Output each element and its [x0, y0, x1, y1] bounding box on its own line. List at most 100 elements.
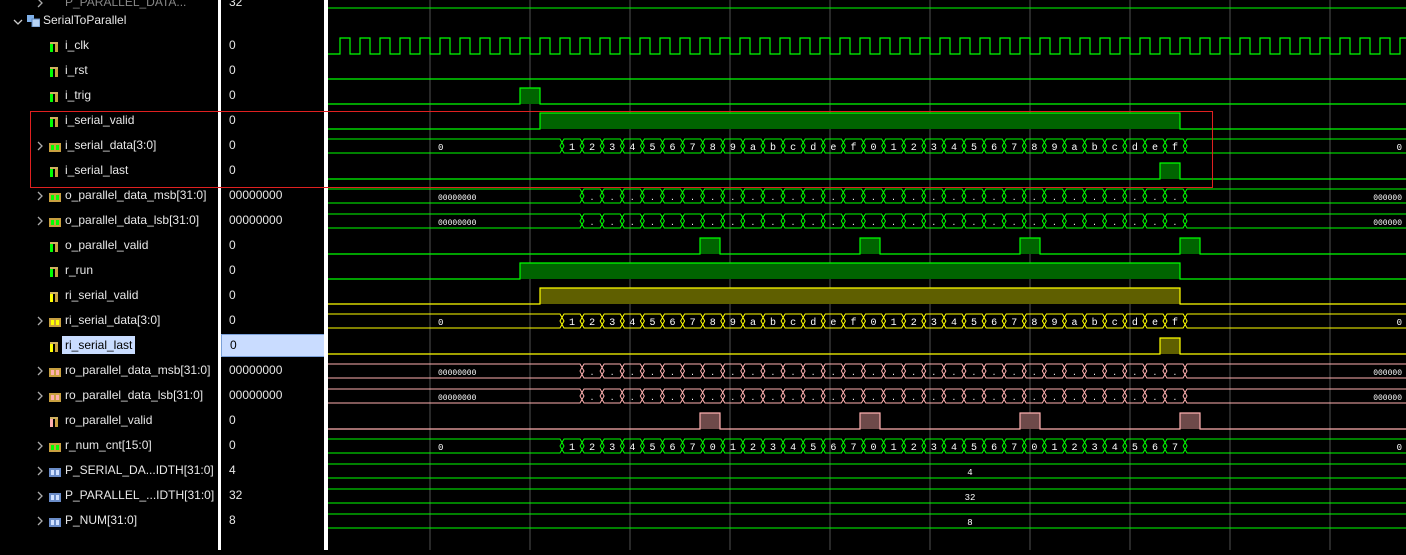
signal-row-i-clk[interactable]: i_clk [0, 34, 218, 59]
signal-row-ro-parallel-data-lsb-31-0-[interactable]: ro_parallel_data_lsb[31:0] [0, 384, 218, 409]
bus-value: . [710, 369, 715, 378]
bus-value: b [1092, 317, 1098, 329]
signal-row-i-rst[interactable]: i_rst [0, 59, 218, 84]
bus-value: . [1032, 369, 1037, 378]
param-icon [49, 518, 61, 527]
waveform-pane[interactable]: 0 1 2 3 4 5 6 7 8 9 a b c d e f 0 1 2 3 4 5 6 7 8 9 a b c d e f 0 0000000… [328, 0, 1406, 550]
bus-value: e [1152, 143, 1158, 154]
module-icon [27, 15, 40, 27]
value-row: 00000000 [221, 359, 324, 384]
chevron-right-icon[interactable] [35, 0, 45, 8]
bus-value: . [690, 369, 695, 378]
bus-signal-icon [49, 318, 61, 327]
bus-value: 2 [911, 143, 917, 154]
bus-value: b [770, 317, 776, 329]
bus-value: . [871, 394, 876, 403]
signal-row-i-serial-valid[interactable]: i_serial_valid [0, 109, 218, 134]
chevron-down-icon[interactable] [13, 17, 23, 27]
bus-value: 8 [1031, 318, 1037, 329]
chevron-right-icon[interactable] [35, 316, 45, 326]
signal-row-r-num-cnt-15-0-[interactable]: r_num_cnt[15:0] [0, 434, 218, 459]
chevron-right-icon[interactable] [35, 216, 45, 226]
bus-value: . [891, 369, 896, 378]
bit-signal-icon [50, 92, 58, 102]
signal-row-p-num-31-0-[interactable]: P_NUM[31:0] [0, 509, 218, 534]
trace-i_serial_last [328, 162, 1406, 180]
value-row: 0 [221, 59, 324, 84]
bus-value: . [992, 219, 997, 228]
bus-value: . [610, 394, 615, 403]
value-row: 0 [221, 309, 324, 334]
signal-row-o-parallel-data-msb-31-0-[interactable]: o_parallel_data_msb[31:0] [0, 184, 218, 209]
waveform-canvas[interactable]: 0 1 2 3 4 5 6 7 8 9 a b c d e f 0 1 2 3 4 5 6 7 8 9 a b c d e f 00000000… [328, 0, 1406, 550]
chevron-right-icon[interactable] [35, 366, 45, 376]
value-row: 0 [221, 234, 324, 259]
signal-row-p-serial-da-idth-31-0-[interactable]: P_SERIAL_DA...IDTH[31:0] [0, 459, 218, 484]
chevron-right-icon[interactable] [35, 516, 45, 526]
bus-value: . [911, 194, 916, 203]
bus-value: . [590, 194, 595, 203]
bus-value: . [1092, 394, 1097, 403]
signal-name-label: P_NUM[31:0] [65, 513, 138, 527]
signal-row-i-serial-data-3-0-[interactable]: i_serial_data[3:0] [0, 134, 218, 159]
bus-idle-right [1182, 138, 1406, 154]
signal-name-label: o_parallel_data_lsb[31:0] [65, 213, 200, 227]
bus-value: d [810, 317, 816, 329]
signal-row-i-trig[interactable]: i_trig [0, 84, 218, 109]
bus-value: 5 [1132, 443, 1138, 454]
bus-value: 4 [951, 318, 957, 329]
high-fill [520, 263, 1180, 279]
signal-name-label: ri_serial_last [62, 336, 136, 354]
signal-row-ri-serial-data-3-0-[interactable]: ri_serial_data[3:0] [0, 309, 218, 334]
chevron-right-icon[interactable] [35, 491, 45, 501]
signal-name-label: ro_parallel_data_msb[31:0] [65, 363, 211, 377]
signal-row-ri-serial-valid[interactable]: ri_serial_valid [0, 284, 218, 309]
signal-row-o-parallel-data-lsb-31-0-[interactable]: o_parallel_data_lsb[31:0] [0, 209, 218, 234]
bit-signal-icon [50, 42, 58, 52]
high-fill [1020, 238, 1040, 254]
bus-value: . [750, 219, 755, 228]
chevron-right-icon[interactable] [35, 141, 45, 151]
chevron-right-icon[interactable] [35, 391, 45, 401]
bus-value: 6 [1152, 443, 1158, 454]
bus-value: b [770, 142, 776, 154]
bus-value: 9 [1051, 143, 1057, 154]
bus-value: . [791, 394, 796, 403]
value-row-partial: 32 [221, 0, 324, 16]
bus-value: 0 [1397, 143, 1402, 153]
param-value: 32 [965, 493, 976, 503]
signal-row-p-parallel-idth-31-0-[interactable]: P_PARALLEL_...IDTH[31:0] [0, 484, 218, 509]
bus-value: 7 [690, 443, 696, 454]
bus-value: . [730, 394, 735, 403]
bus-value: . [750, 194, 755, 203]
bus-value: 5 [971, 143, 977, 154]
bus-value: . [771, 369, 776, 378]
bus-value: 9 [730, 143, 736, 154]
signal-row-ro-parallel-data-msb-31-0-[interactable]: ro_parallel_data_msb[31:0] [0, 359, 218, 384]
bus-value: 3 [931, 318, 937, 329]
bus-value: 3 [931, 143, 937, 154]
bus-value: d [1132, 142, 1138, 154]
signal-row-ro-parallel-valid[interactable]: ro_parallel_valid [0, 409, 218, 434]
bus-value: c [1112, 143, 1118, 154]
signal-row-o-parallel-valid[interactable]: o_parallel_valid [0, 234, 218, 259]
signal-row-i-serial-last[interactable]: i_serial_last [0, 159, 218, 184]
high-fill [520, 88, 540, 104]
chevron-right-icon[interactable] [35, 466, 45, 476]
bus-value: 1 [569, 443, 575, 454]
module-row[interactable]: SerialToParallel [0, 9, 218, 34]
signal-name-label: r_num_cnt[15:0] [65, 438, 152, 452]
chevron-right-icon[interactable] [35, 191, 45, 201]
chevron-right-icon[interactable] [35, 441, 45, 451]
bus-value: . [811, 219, 816, 228]
bus-value: . [750, 394, 755, 403]
signal-row-ri-serial-last[interactable]: ri_serial_last [0, 334, 218, 359]
bus-value: . [610, 194, 615, 203]
bus-value: . [630, 369, 635, 378]
bus-value: . [1132, 194, 1137, 203]
signal-row-r-run[interactable]: r_run [0, 259, 218, 284]
bus-value: . [630, 194, 635, 203]
bus-value: . [851, 194, 856, 203]
bus-value: 00000000 [438, 394, 477, 403]
signal-value: 0 [229, 38, 236, 52]
